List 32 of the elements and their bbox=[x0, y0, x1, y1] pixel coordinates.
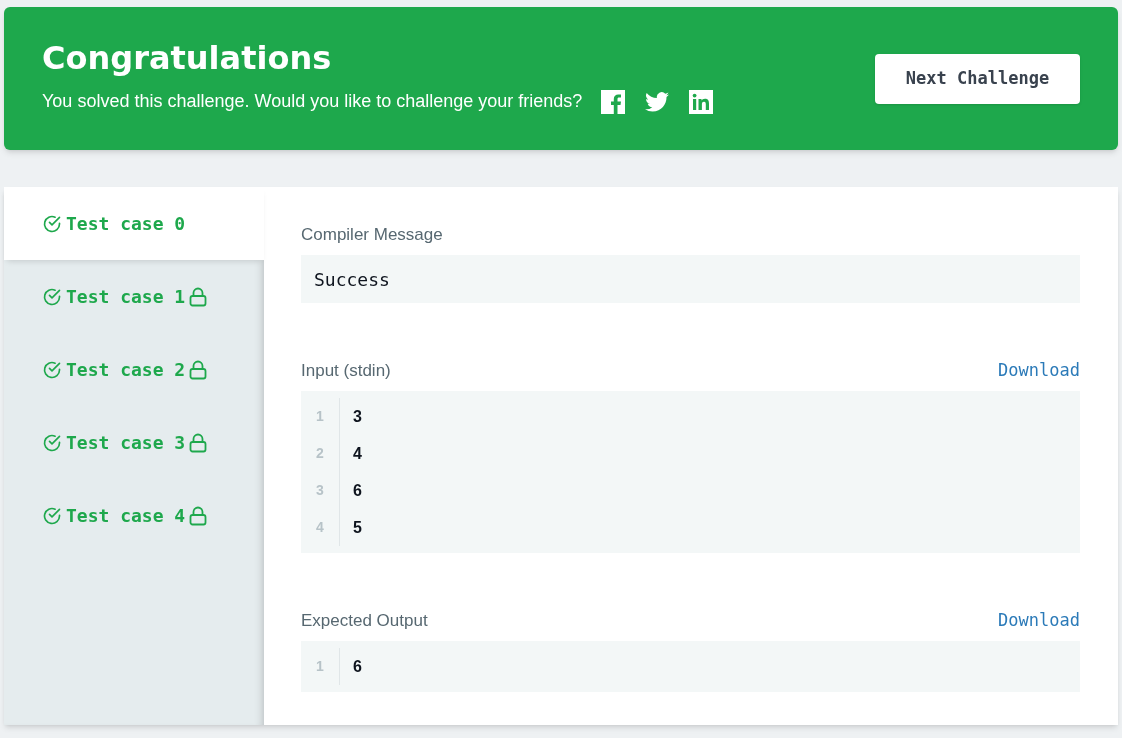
next-challenge-button[interactable]: Next Challenge bbox=[875, 53, 1080, 104]
line-number: 1 bbox=[315, 657, 325, 676]
test-case-label: Test case 1 bbox=[66, 285, 186, 309]
twitter-icon[interactable] bbox=[645, 91, 670, 112]
code-line: 6 bbox=[353, 480, 362, 501]
section-label: Compiler Message bbox=[301, 223, 443, 246]
test-case-label: Test case 2 bbox=[66, 358, 186, 382]
code-line: 6 bbox=[353, 656, 362, 677]
code-line: 4 bbox=[353, 443, 362, 464]
test-case-label: Test case 0 bbox=[66, 212, 186, 236]
test-case-tab[interactable]: Test case 0 bbox=[4, 187, 264, 260]
code-line: 3 bbox=[353, 406, 362, 427]
test-case-label: Test case 4 bbox=[66, 504, 186, 528]
facebook-icon[interactable] bbox=[601, 89, 626, 114]
line-number: 1 bbox=[315, 407, 325, 426]
test-case-label: Test case 3 bbox=[66, 431, 186, 455]
download-link[interactable]: Download bbox=[998, 607, 1080, 633]
test-case-tab[interactable]: Test case 1 bbox=[4, 260, 264, 333]
section-label: Input (stdin) bbox=[301, 359, 391, 382]
line-number: 3 bbox=[315, 481, 325, 500]
banner-title: Congratulations bbox=[42, 42, 333, 74]
line-number: 4 bbox=[315, 518, 325, 537]
linkedin-icon[interactable] bbox=[689, 89, 714, 114]
test-case-tab[interactable]: Test case 4 bbox=[4, 479, 264, 552]
line-number: 2 bbox=[315, 444, 325, 463]
section-label: Expected Output bbox=[301, 609, 428, 632]
code-line: 5 bbox=[353, 517, 362, 538]
test-case-tab[interactable]: Test case 3 bbox=[4, 406, 264, 479]
banner-message: You solved this challenge. Would you like to challenge your friends? bbox=[42, 90, 583, 113]
download-link[interactable]: Download bbox=[998, 357, 1080, 383]
compiler-message-box: Success bbox=[301, 255, 1080, 303]
test-case-tab[interactable]: Test case 2 bbox=[4, 333, 264, 406]
